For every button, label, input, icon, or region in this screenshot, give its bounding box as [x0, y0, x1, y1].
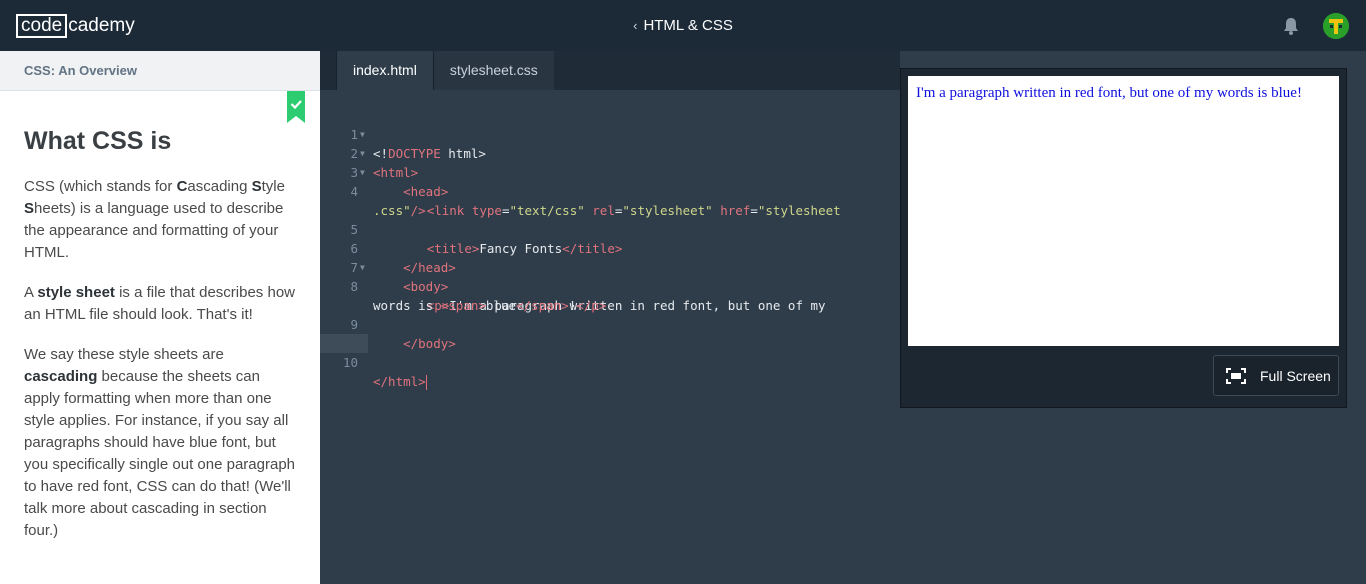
- lesson-paragraph: We say these style sheets are cascading …: [24, 346, 296, 539]
- line-number: 10: [342, 355, 358, 370]
- code-line-wrapped: .css"/>: [373, 203, 426, 218]
- editor-tabs: index.html stylesheet.css: [320, 51, 900, 90]
- chevron-left-icon[interactable]: ‹: [633, 18, 637, 33]
- section-title: CSS: An Overview: [24, 63, 137, 78]
- tab-stylesheet-css[interactable]: stylesheet.css: [432, 51, 554, 90]
- lesson-panel: CSS: An Overview What CSS is CSS (which …: [0, 51, 320, 584]
- code-line: 9 </body>: [320, 296, 455, 351]
- lesson-heading: What CSS is: [24, 127, 172, 155]
- code-line-current: 10 </html>: [320, 315, 427, 390]
- bell-icon[interactable]: [1282, 16, 1300, 36]
- fullscreen-icon: [1226, 367, 1246, 384]
- lesson-content: What CSS is CSS (which stands for Cascad…: [0, 91, 320, 542]
- course-title-label: HTML & CSS: [643, 17, 733, 34]
- preview-panel: I'm a paragraph written in red font, but…: [900, 68, 1347, 408]
- code-editor[interactable]: index.html stylesheet.css 1 ▼ <!DOCTYPE h…: [320, 51, 900, 584]
- course-title[interactable]: ‹ HTML & CSS: [0, 0, 1366, 51]
- tab-index-html[interactable]: index.html: [336, 51, 433, 90]
- code-line: 4 <link type="text/css" rel="stylesheet"…: [320, 163, 840, 218]
- lesson-paragraph: A style sheet is a file that describes h…: [24, 284, 295, 323]
- preview-paragraph: I'm a paragraph written in red font, but…: [916, 85, 1302, 101]
- code-line: 7 ▼ <body>: [320, 239, 448, 294]
- lesson-section-header: CSS: An Overview: [0, 51, 320, 91]
- code-line: 8 <p>I'm a paragraph written in red font…: [320, 258, 825, 313]
- code-line-wrapped: words is <span>blue</span>!</p>: [373, 298, 607, 313]
- top-navigation-bar: code cademy ‹ HTML & CSS: [0, 0, 1366, 51]
- full-screen-label: Full Screen: [1260, 367, 1331, 384]
- code-line: 6 </head>: [320, 220, 455, 275]
- text-cursor: [425, 375, 427, 390]
- full-screen-button[interactable]: Full Screen: [1213, 355, 1339, 396]
- code-line: 5 <title>Fancy Fonts</title>: [320, 201, 622, 256]
- lesson-paragraph: CSS (which stands for Cascading Style Sh…: [24, 178, 285, 261]
- preview-frame[interactable]: I'm a paragraph written in red font, but…: [908, 76, 1339, 346]
- code-area[interactable]: 1 ▼ <!DOCTYPE html> 2 ▼ <html> 3 ▼ <head> 4…: [320, 106, 841, 390]
- completed-check-icon: [287, 91, 305, 123]
- code-line: 2 ▼ <html>: [320, 125, 418, 180]
- avatar[interactable]: [1323, 13, 1349, 39]
- code-line: 1 ▼ <!DOCTYPE html>: [320, 106, 485, 161]
- code-line: 3 ▼ <head>: [320, 144, 448, 199]
